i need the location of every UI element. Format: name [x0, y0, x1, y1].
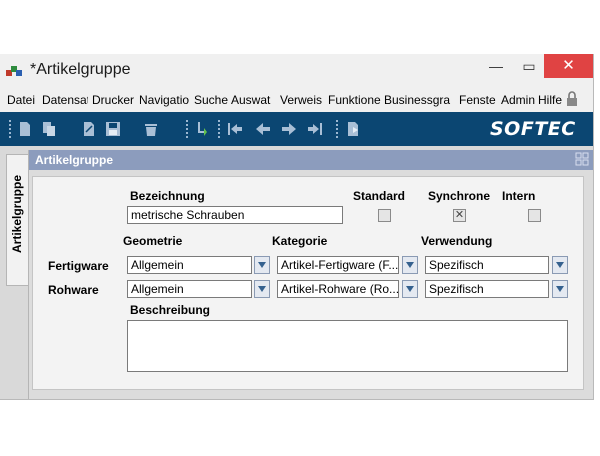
insert-icon[interactable]	[192, 120, 210, 138]
menu-drucker[interactable]: Drucker	[92, 93, 136, 107]
menu-suche[interactable]: Suche	[194, 93, 228, 107]
kategorie-label: Kategorie	[272, 234, 328, 248]
menu-bar: Datei Datensat Drucker Navigatio Suche A…	[0, 88, 593, 112]
menu-datei[interactable]: Datei	[7, 93, 40, 107]
toolbar-separator	[9, 120, 13, 138]
intern-label: Intern	[502, 189, 536, 203]
menu-hilfe[interactable]: Hilfe	[538, 93, 564, 107]
beschreibung-label: Beschreibung	[130, 303, 211, 317]
fertigware-verwendung-select[interactable]: Spezifisch	[425, 256, 549, 274]
minimize-button[interactable]: —	[479, 54, 513, 78]
toolbar-separator	[336, 120, 340, 138]
toolbar-separator	[186, 120, 190, 138]
geometrie-label: Geometrie	[123, 234, 183, 248]
export-icon[interactable]	[344, 120, 362, 138]
fertigware-kategorie-select[interactable]: Artikel-Fertigware (F...	[277, 256, 399, 274]
bezeichnung-label: Bezeichnung	[130, 189, 205, 203]
delete-icon[interactable]	[142, 120, 160, 138]
app-icon	[6, 66, 22, 76]
side-tab-artikelgruppe[interactable]: Artikelgruppe	[6, 154, 29, 286]
intern-checkbox[interactable]	[528, 209, 541, 222]
maximize-button[interactable]: ▭	[512, 54, 546, 78]
next-record-icon[interactable]	[280, 120, 298, 138]
copy-icon[interactable]	[40, 120, 58, 138]
menu-admin[interactable]: Admin	[501, 93, 535, 107]
toolbar-separator	[218, 120, 222, 138]
save-icon[interactable]	[104, 120, 122, 138]
title-bar: *Artikelgruppe — ▭ ✕	[0, 54, 593, 88]
menu-datensatz[interactable]: Datensat	[42, 93, 88, 107]
chevron-down-icon[interactable]	[552, 280, 568, 298]
verwendung-label: Verwendung	[421, 234, 493, 248]
chevron-down-icon[interactable]	[254, 256, 270, 274]
menu-businessgrafik[interactable]: Businessgra	[384, 93, 454, 107]
new-document-icon[interactable]	[16, 120, 34, 138]
beschreibung-textarea[interactable]	[127, 320, 568, 372]
side-tab-label: Artikelgruppe	[10, 175, 24, 254]
bezeichnung-input[interactable]: metrische Schrauben	[127, 206, 343, 224]
application-window: *Artikelgruppe — ▭ ✕ Datei Datensat Druc…	[0, 54, 594, 400]
detail-panel: Artikelgruppe Bezeichnung metrische Schr…	[28, 150, 593, 399]
window-title: *Artikelgruppe	[30, 61, 131, 78]
fertigware-geometrie-select[interactable]: Allgemein	[127, 256, 252, 274]
chevron-down-icon[interactable]	[552, 256, 568, 274]
panel-header: Artikelgruppe	[29, 150, 593, 170]
panel-title: Artikelgruppe	[35, 153, 114, 167]
menu-verweis[interactable]: Verweis	[280, 93, 326, 107]
rohware-kategorie-select[interactable]: Artikel-Rohware (Ro...	[277, 280, 399, 298]
standard-checkbox[interactable]	[378, 209, 391, 222]
menu-fenster[interactable]: Fenste	[459, 93, 497, 107]
chevron-down-icon[interactable]	[402, 280, 418, 298]
synchrone-label: Synchrone	[428, 189, 491, 203]
rohware-label: Rohware	[48, 283, 99, 297]
rohware-verwendung-select[interactable]: Spezifisch	[425, 280, 549, 298]
grip-icon[interactable]	[575, 152, 589, 167]
rohware-geometrie-select[interactable]: Allgemein	[127, 280, 252, 298]
chevron-down-icon[interactable]	[254, 280, 270, 298]
toolbar: SOFTEC	[0, 112, 593, 146]
edit-icon[interactable]	[80, 120, 98, 138]
close-button[interactable]: ✕	[544, 54, 593, 78]
first-record-icon[interactable]	[226, 120, 244, 138]
form-area: Bezeichnung metrische Schrauben Standard…	[32, 176, 584, 390]
chevron-down-icon[interactable]	[402, 256, 418, 274]
previous-record-icon[interactable]	[254, 120, 272, 138]
menu-auswahl[interactable]: Auswat	[231, 93, 275, 107]
fertigware-label: Fertigware	[48, 259, 109, 273]
lock-icon[interactable]	[566, 91, 578, 107]
softec-logo: SOFTEC	[490, 118, 576, 140]
standard-label: Standard	[353, 189, 406, 203]
last-record-icon[interactable]	[306, 120, 324, 138]
synchrone-checkbox[interactable]: ✕	[453, 209, 466, 222]
menu-funktionen[interactable]: Funktione	[328, 93, 381, 107]
menu-navigation[interactable]: Navigatio	[139, 93, 189, 107]
